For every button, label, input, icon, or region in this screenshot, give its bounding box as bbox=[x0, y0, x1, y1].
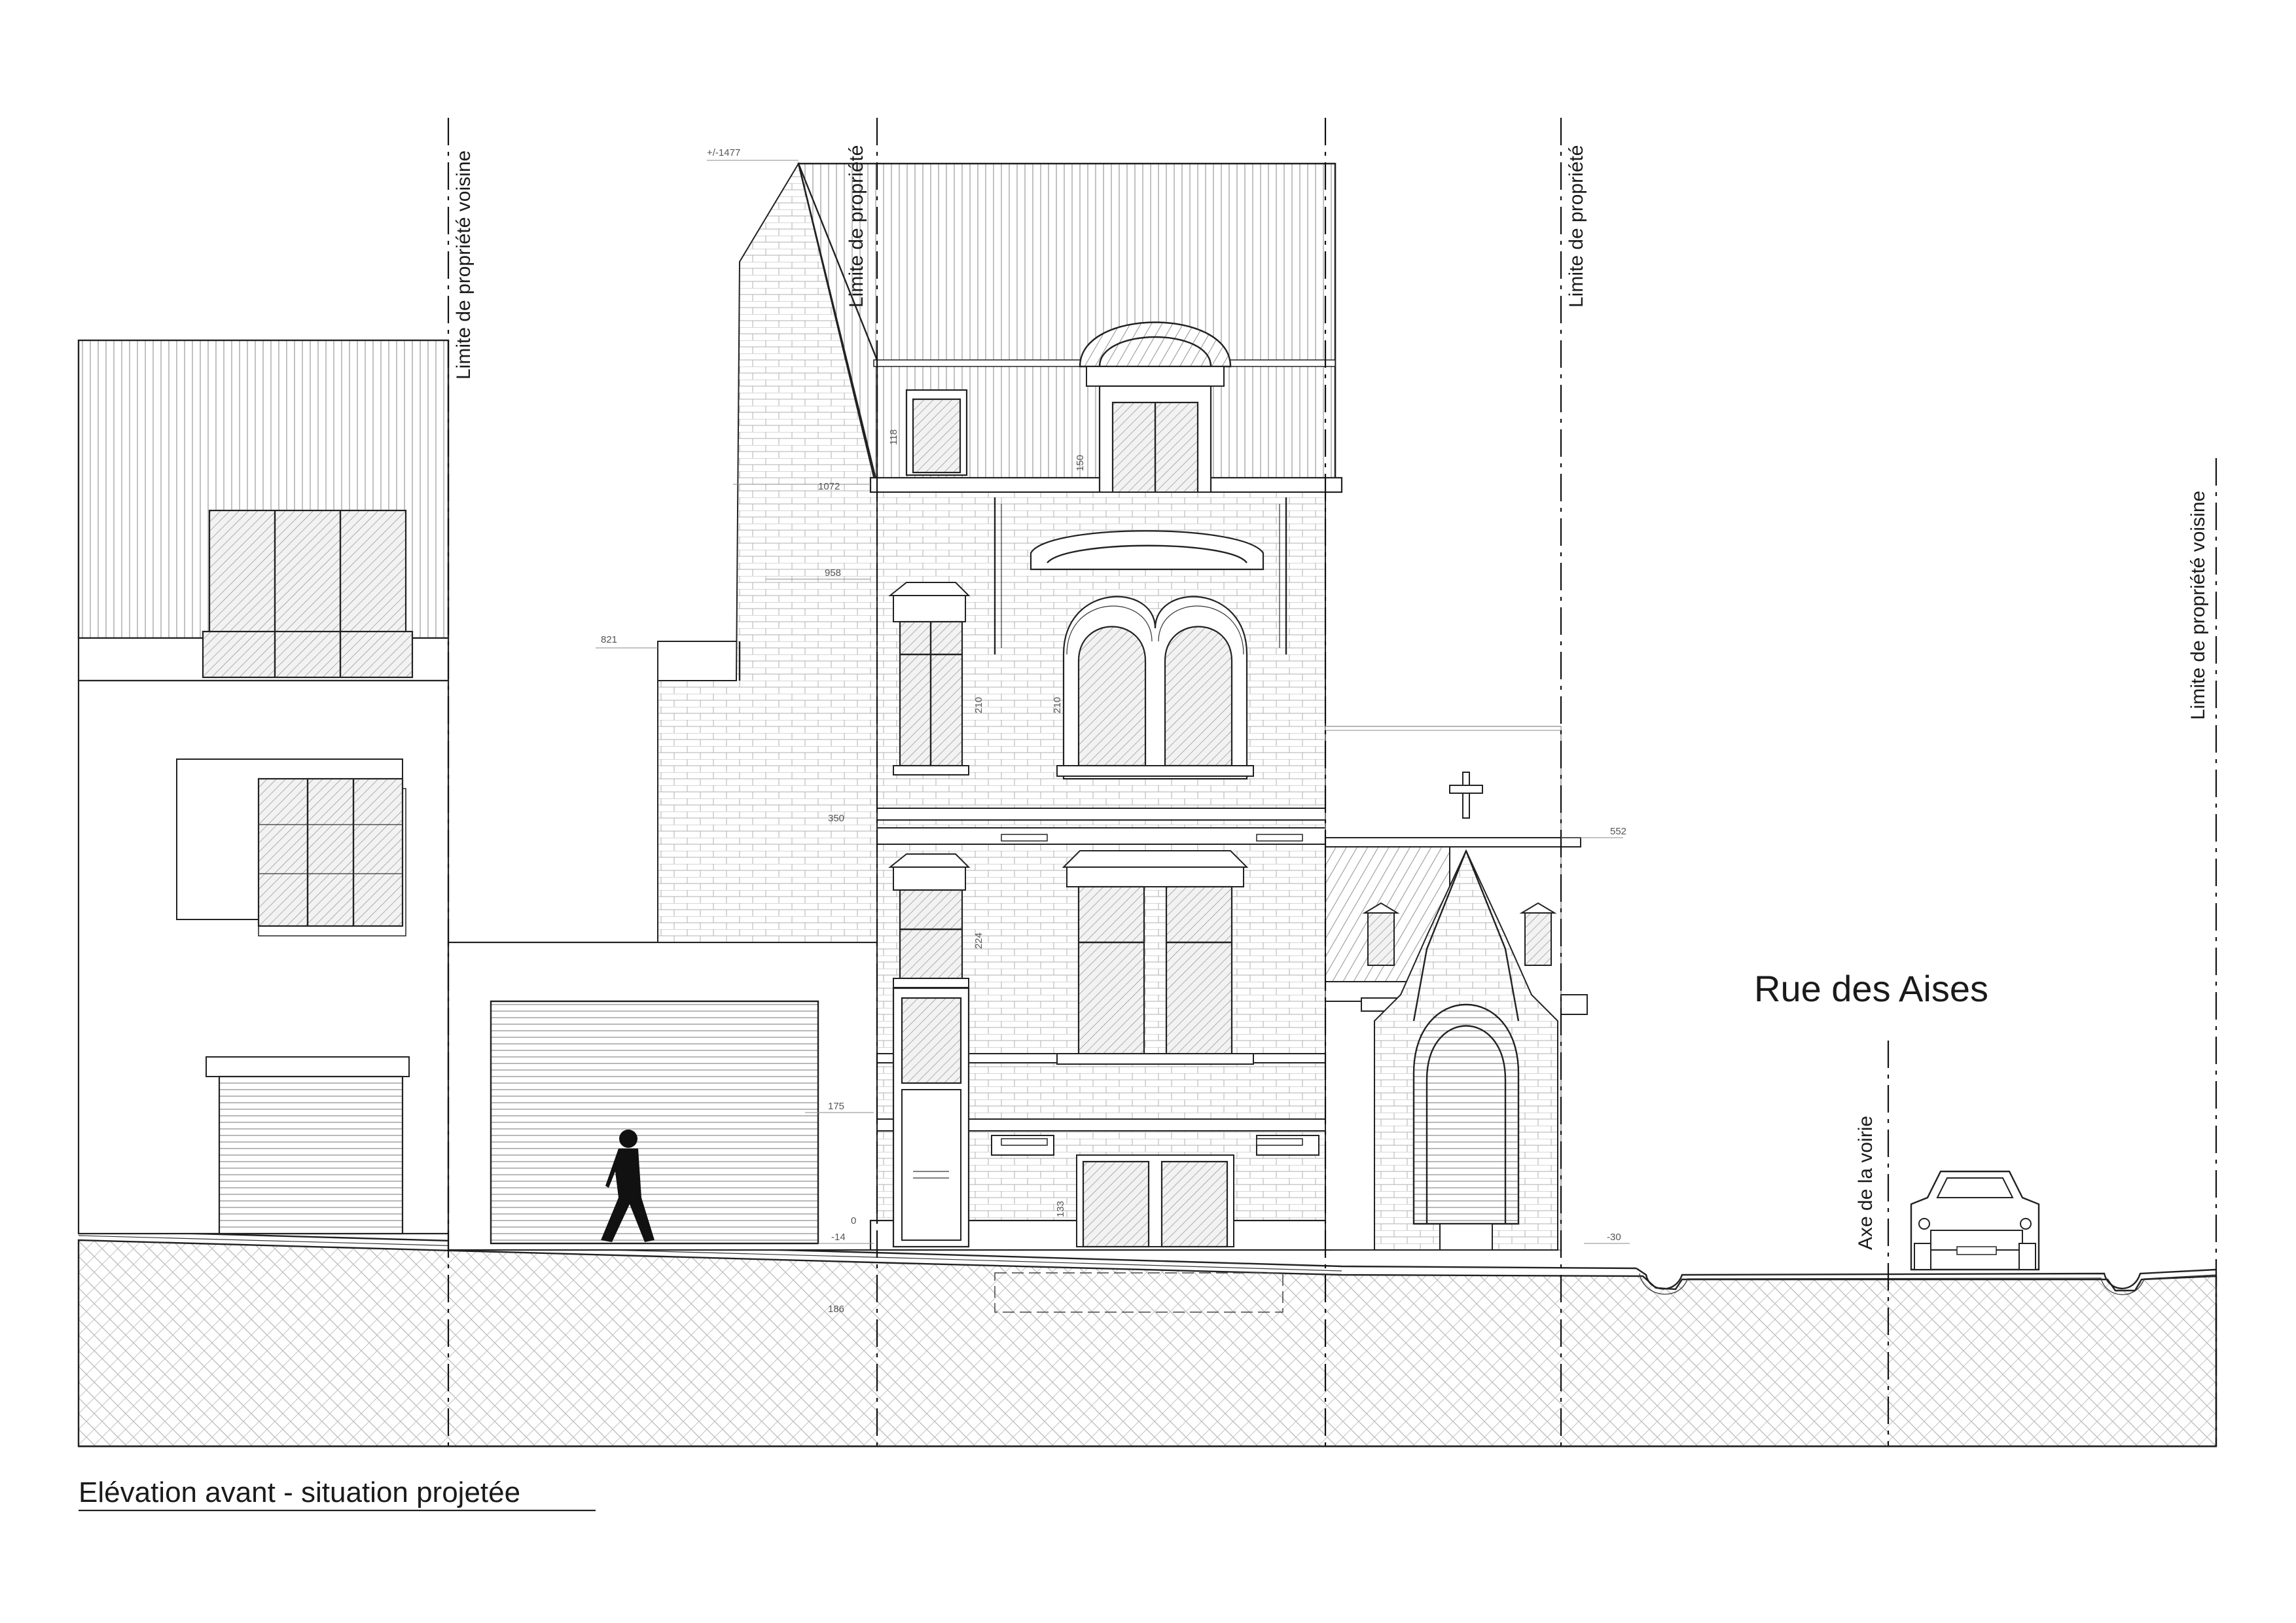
dim-minus-14: -14 bbox=[831, 1232, 846, 1243]
left-neighbour-house bbox=[77, 339, 450, 1235]
left-upper-window bbox=[202, 509, 414, 679]
property-limit-label-main: Limite de propriété bbox=[846, 145, 867, 308]
drawing-caption: Elévation avant - situation projetée bbox=[79, 1476, 520, 1508]
dim-150: 150 bbox=[1075, 455, 1086, 471]
property-limit-label-left: Limite de propriété voisine bbox=[453, 151, 475, 380]
left-garage-door bbox=[218, 1075, 404, 1235]
dim-175: 175 bbox=[828, 1101, 844, 1112]
dim-ridge: +/-1477 bbox=[707, 147, 740, 158]
ground-section bbox=[77, 1229, 2217, 1448]
dim-210-right: 210 bbox=[1052, 697, 1063, 713]
central-dormer bbox=[1079, 321, 1232, 518]
dim-224: 224 bbox=[973, 933, 984, 949]
left-middle-window bbox=[257, 777, 404, 927]
elevation-drawing: Limite de propriété voisine Limite de pr… bbox=[77, 118, 2217, 1512]
dim-118: 118 bbox=[888, 429, 899, 445]
street-name: Rue des Aises bbox=[1754, 968, 1988, 1009]
dim-552: 552 bbox=[1610, 826, 1626, 837]
dim-1072: 1072 bbox=[818, 481, 840, 492]
dim-350: 350 bbox=[828, 813, 844, 824]
dim-minus-30: -30 bbox=[1607, 1232, 1621, 1243]
dim-958: 958 bbox=[825, 567, 841, 579]
main-house bbox=[797, 162, 1343, 1251]
second-floor-twin-window bbox=[1056, 596, 1254, 780]
dim-0: 0 bbox=[851, 1215, 856, 1226]
chapel bbox=[1325, 726, 1588, 1251]
chapel-lantern-left bbox=[1362, 902, 1400, 966]
car bbox=[1910, 1170, 2040, 1271]
dim-133: 133 bbox=[1055, 1201, 1066, 1217]
chapel-lantern-right bbox=[1519, 902, 1557, 966]
dim-821: 821 bbox=[601, 634, 617, 645]
dim-210-left: 210 bbox=[973, 697, 984, 713]
second-floor-left-window bbox=[888, 582, 971, 776]
road-axis-label: Axe de la voirie bbox=[1855, 1116, 1876, 1250]
property-limit-label-right: Limite de propriété voisine bbox=[2187, 491, 2209, 720]
front-door bbox=[892, 987, 970, 1248]
property-limit-label-chapel: Limite de propriété bbox=[1566, 145, 1587, 308]
dim-186: 186 bbox=[828, 1304, 844, 1315]
first-floor-left-window bbox=[888, 853, 971, 988]
